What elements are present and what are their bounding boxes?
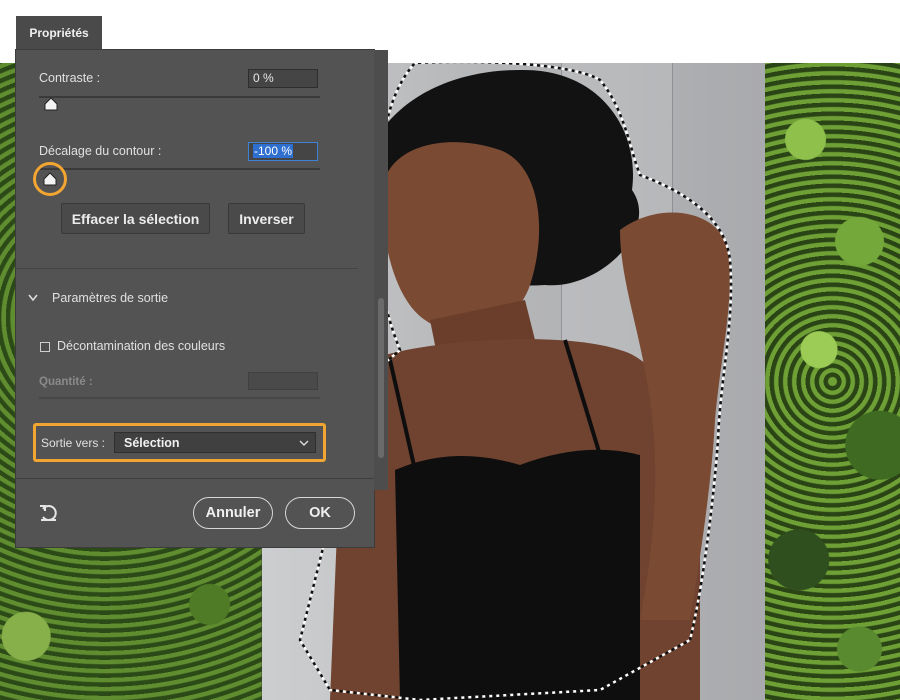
amount-slider-track[interactable] (39, 397, 320, 399)
scrollbar-thumb[interactable] (378, 298, 384, 458)
edge-shift-value-field[interactable]: -100 % (248, 142, 318, 161)
chevron-down-icon[interactable] (27, 293, 39, 303)
amount-label: Quantité : (39, 376, 93, 388)
output-to-label: Sortie vers : (41, 436, 106, 450)
chevron-down-icon (299, 440, 309, 446)
edge-shift-slider-track[interactable] (39, 168, 320, 170)
contrast-slider-track[interactable] (39, 96, 320, 98)
black-top (395, 449, 640, 700)
amount-value-field[interactable] (248, 372, 318, 390)
edge-shift-slider-thumb[interactable] (43, 172, 57, 186)
output-to-select[interactable]: Sélection (114, 432, 316, 453)
decontaminate-label: Décontamination des couleurs (57, 339, 226, 353)
output-settings-title[interactable]: Paramètres de sortie (52, 291, 168, 305)
edge-shift-label: Décalage du contour : (39, 144, 162, 158)
cancel-button[interactable]: Annuler (193, 497, 273, 529)
contrast-value: 0 % (253, 71, 274, 85)
footer-divider (16, 478, 374, 479)
edge-shift-value: -100 % (253, 144, 294, 158)
panel-scrollbar[interactable] (374, 50, 388, 490)
properties-panel: Contraste : 0 % Décalage du contour : -1… (16, 50, 388, 547)
contrast-slider-thumb[interactable] (44, 97, 58, 111)
contrast-label: Contraste : (39, 71, 101, 85)
section-divider (16, 268, 358, 269)
ok-button[interactable]: OK (285, 497, 355, 529)
decontaminate-checkbox[interactable] (40, 342, 50, 352)
clear-selection-button[interactable]: Effacer la sélection (61, 203, 210, 234)
invert-button[interactable]: Inverser (228, 203, 305, 234)
reset-icon[interactable] (38, 502, 60, 522)
output-to-value: Sélection (124, 436, 180, 450)
contrast-value-field[interactable]: 0 % (248, 69, 318, 88)
properties-tab[interactable]: Propriétés (16, 16, 102, 50)
